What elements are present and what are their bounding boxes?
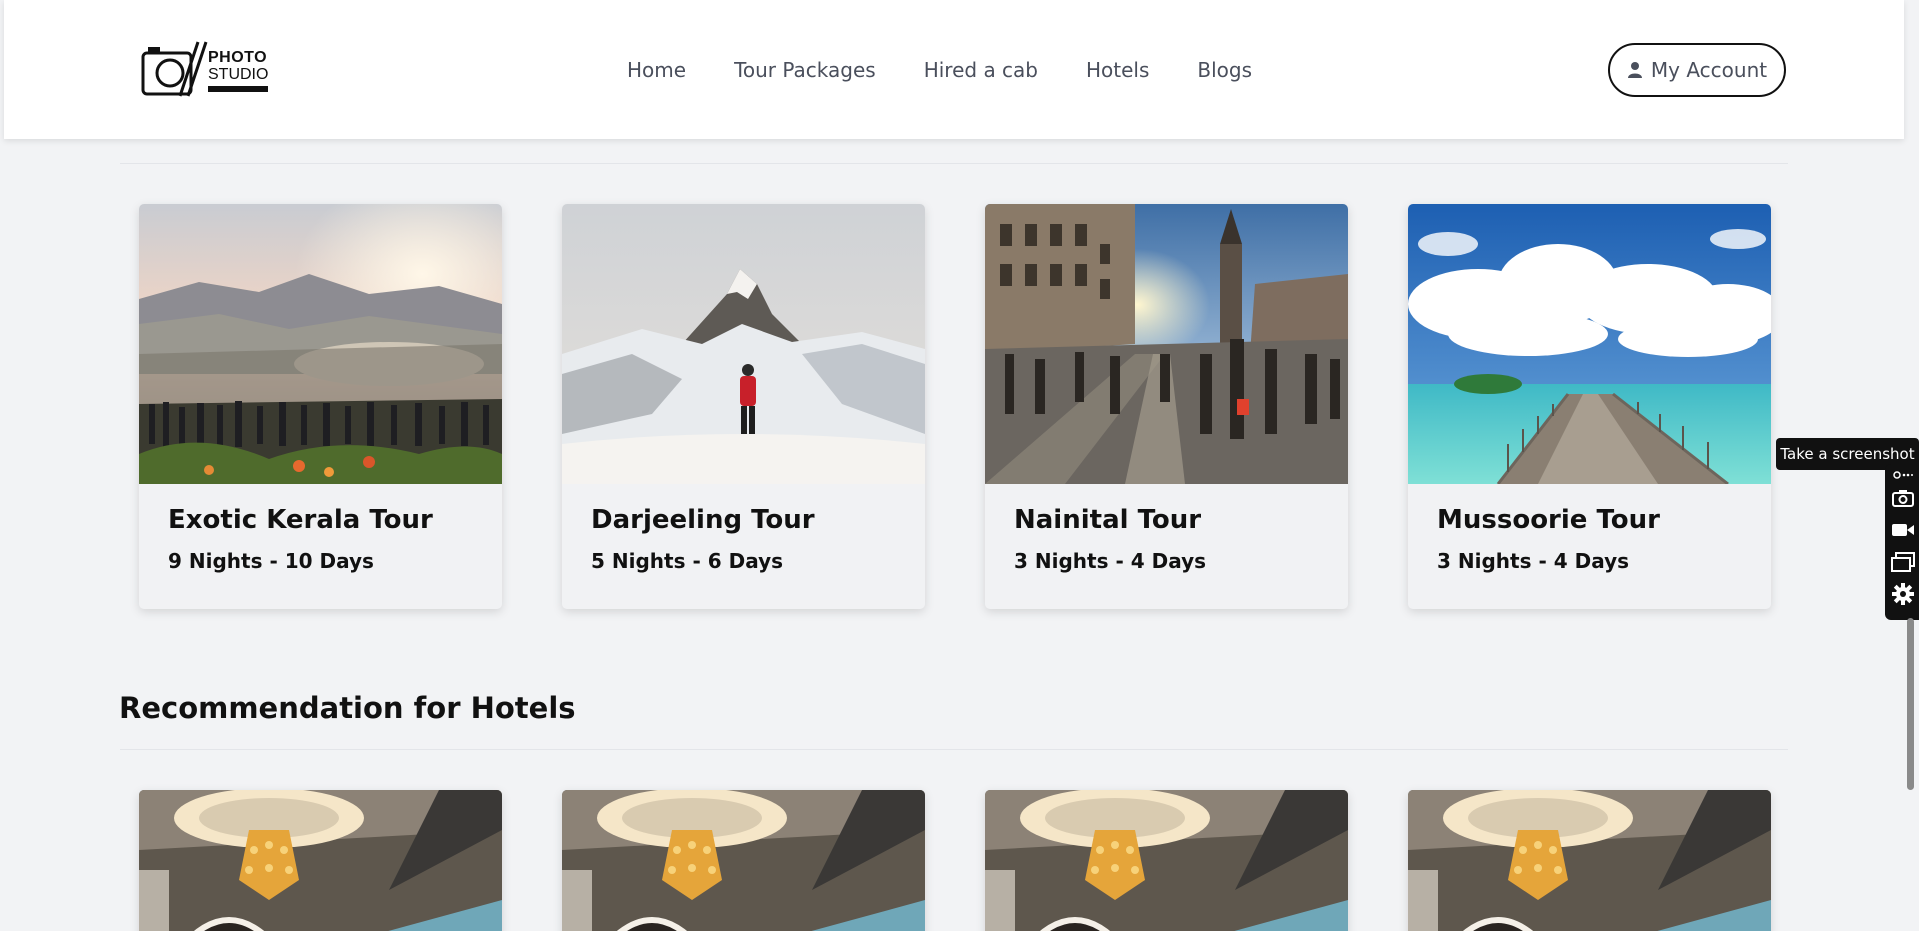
ocean-pier-image (1408, 204, 1771, 484)
hotel-card[interactable] (139, 790, 502, 931)
my-account-button[interactable]: My Account (1608, 43, 1786, 97)
tour-duration: 3 Nights - 4 Days (1014, 549, 1207, 573)
camera-logo-icon (141, 41, 208, 97)
chandelier-lobby-image (139, 790, 502, 931)
sunset-hilltop-image (139, 204, 502, 484)
photo-studio-logo[interactable]: PHOTO STUDIO (140, 40, 272, 98)
nav-tour-packages[interactable]: Tour Packages (734, 55, 876, 85)
tour-title: Mussoorie Tour (1437, 505, 1660, 535)
section-divider (120, 163, 1788, 164)
logo-line2: STUDIO (208, 66, 269, 83)
main-nav: Home Tour Packages Hired a cab Hotels Bl… (627, 55, 1252, 85)
hotel-card[interactable] (985, 790, 1348, 931)
tour-card-kerala[interactable]: Exotic Kerala Tour 9 Nights - 10 Days (139, 204, 502, 609)
nav-hired-a-cab[interactable]: Hired a cab (924, 55, 1038, 85)
hotel-card[interactable] (562, 790, 925, 931)
site-header: PHOTO STUDIO Home Tour Packages Hired a … (4, 0, 1904, 139)
nav-home[interactable]: Home (627, 55, 686, 85)
tour-title: Exotic Kerala Tour (168, 505, 433, 535)
scrollbar-thumb[interactable] (1907, 618, 1914, 790)
hotels-section-title: Recommendation for Hotels (119, 691, 576, 725)
tour-card-darjeeling[interactable]: Darjeeling Tour 5 Nights - 6 Days (562, 204, 925, 609)
logo-stripe (208, 86, 268, 92)
tour-duration: 9 Nights - 10 Days (168, 549, 374, 573)
chandelier-lobby-image (562, 790, 925, 931)
nav-blogs[interactable]: Blogs (1197, 55, 1252, 85)
page-scrollbar[interactable] (1902, 0, 1919, 931)
hotel-cards (139, 790, 1771, 931)
hotel-card[interactable] (1408, 790, 1771, 931)
chandelier-lobby-image (985, 790, 1348, 931)
nav-hotels[interactable]: Hotels (1086, 55, 1149, 85)
section-divider (120, 749, 1788, 750)
chandelier-lobby-image (1408, 790, 1771, 931)
tour-title: Nainital Tour (1014, 505, 1202, 535)
my-account-label: My Account (1650, 58, 1768, 82)
tour-title: Darjeeling Tour (591, 505, 815, 535)
user-icon (1627, 62, 1642, 78)
logo-text: PHOTO STUDIO (208, 50, 268, 92)
tour-cards: Exotic Kerala Tour 9 Nights - 10 Days Da… (139, 204, 1771, 609)
tour-card-mussoorie[interactable]: Mussoorie Tour 3 Nights - 4 Days (1408, 204, 1771, 609)
logo-line1: PHOTO (208, 49, 268, 66)
tour-duration: 3 Nights - 4 Days (1437, 549, 1630, 573)
snowy-mountain-image (562, 204, 925, 484)
town-square-image (985, 204, 1348, 484)
tour-card-nainital[interactable]: Nainital Tour 3 Nights - 4 Days (985, 204, 1348, 609)
tour-duration: 5 Nights - 6 Days (591, 549, 784, 573)
